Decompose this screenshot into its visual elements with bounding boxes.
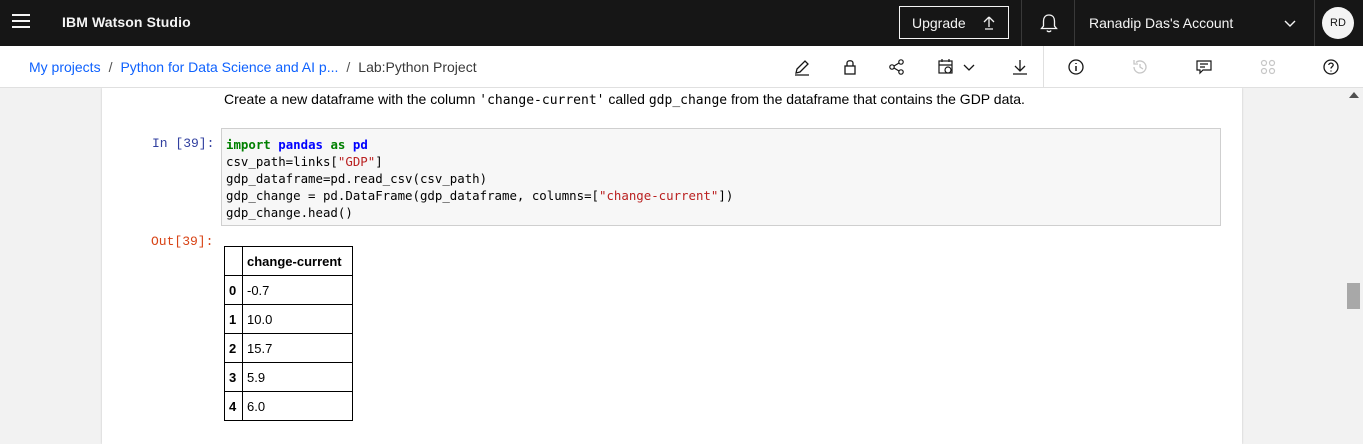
divider <box>1314 0 1315 46</box>
index-header-cell <box>224 246 243 276</box>
schedule-icon[interactable] <box>936 57 956 77</box>
lock-icon[interactable] <box>840 57 860 77</box>
table-row: 0 -0.7 <box>224 275 353 305</box>
row-index: 4 <box>224 391 243 421</box>
markdown-text: from the dataframe that contains the GDP… <box>727 91 1025 107</box>
download-icon[interactable] <box>1010 57 1030 77</box>
row-index: 1 <box>224 304 243 334</box>
menu-icon[interactable] <box>12 14 30 30</box>
divider <box>1074 0 1075 46</box>
markdown-inline-code: gdp_change <box>648 93 728 108</box>
column-header: change-current <box>242 246 353 276</box>
chevron-down-icon[interactable] <box>1283 16 1297 35</box>
code-line: gdp_change.head() <box>226 205 353 220</box>
notifications-bell-icon[interactable] <box>1038 12 1060 34</box>
comments-icon[interactable] <box>1194 57 1214 77</box>
help-icon[interactable] <box>1321 57 1341 77</box>
markdown-text: called <box>604 91 649 107</box>
table-cell: 15.7 <box>242 333 353 363</box>
divider <box>1021 0 1022 46</box>
code-cell[interactable]: import pandas as pd csv_path=links["GDP"… <box>221 128 1221 226</box>
vertical-scrollbar[interactable] <box>1344 88 1363 444</box>
markdown-text: Create a new dataframe with the column <box>224 91 480 107</box>
markdown-inline-code: 'change-current' <box>479 93 605 108</box>
notebook-area: Create a new dataframe with the column '… <box>0 88 1363 444</box>
breadcrumb-separator: / <box>108 59 113 75</box>
input-prompt: In [39]: <box>152 136 215 151</box>
row-index: 2 <box>224 333 243 363</box>
table-header-row: change-current <box>224 246 353 276</box>
share-icon[interactable] <box>887 57 907 77</box>
project-toolbar: My projects / Python for Data Science an… <box>0 46 1363 88</box>
table-cell: 5.9 <box>242 362 353 392</box>
scrollbar-thumb[interactable] <box>1347 283 1360 309</box>
table-cell: 6.0 <box>242 391 353 421</box>
code-line: gdp_change = pd.DataFrame(gdp_dataframe,… <box>226 188 734 203</box>
markdown-cell[interactable]: Create a new dataframe with the column '… <box>224 91 1025 108</box>
top-navigation-bar: IBM Watson Studio Upgrade Ranadip Das's … <box>0 0 1363 46</box>
table-row: 3 5.9 <box>224 362 353 392</box>
breadcrumb-current-notebook: Lab:Python Project <box>358 59 477 75</box>
scroll-up-arrow-icon[interactable] <box>1349 92 1359 98</box>
breadcrumb-project[interactable]: Python for Data Science and AI p... <box>120 59 338 75</box>
edit-icon[interactable] <box>792 57 812 77</box>
code-line: gdp_dataframe=pd.read_csv(csv_path) <box>226 171 488 186</box>
code-line: csv_path=links["GDP"] <box>226 154 383 169</box>
info-icon[interactable] <box>1066 57 1086 77</box>
dataframe-output-table: change-current 0 -0.7 1 10.0 2 15.7 3 5.9 46… <box>224 246 353 421</box>
output-prompt: Out[39]: <box>151 234 214 249</box>
table-cell: 10.0 <box>242 304 353 334</box>
chevron-down-icon[interactable] <box>961 57 981 77</box>
upgrade-button[interactable]: Upgrade <box>899 6 1009 39</box>
table-row: 2 15.7 <box>224 333 353 363</box>
row-index: 3 <box>224 362 243 392</box>
avatar[interactable]: RD <box>1322 7 1354 39</box>
code-line: import pandas as pd <box>226 137 368 152</box>
table-row: 4 6.0 <box>224 391 353 421</box>
account-switcher[interactable]: Ranadip Das's Account <box>1089 15 1233 31</box>
breadcrumb-separator: / <box>346 59 351 75</box>
upgrade-arrow-icon <box>982 15 996 34</box>
app-title: IBM Watson Studio <box>62 14 191 30</box>
upgrade-label: Upgrade <box>912 14 966 31</box>
history-icon <box>1130 57 1150 77</box>
table-cell: -0.7 <box>242 275 353 305</box>
row-index: 0 <box>224 275 243 305</box>
breadcrumb-my-projects[interactable]: My projects <box>29 59 101 75</box>
toolbar-divider <box>1043 46 1044 88</box>
assets-icon <box>1258 57 1278 77</box>
breadcrumb: My projects / Python for Data Science an… <box>29 59 477 75</box>
table-row: 1 10.0 <box>224 304 353 334</box>
